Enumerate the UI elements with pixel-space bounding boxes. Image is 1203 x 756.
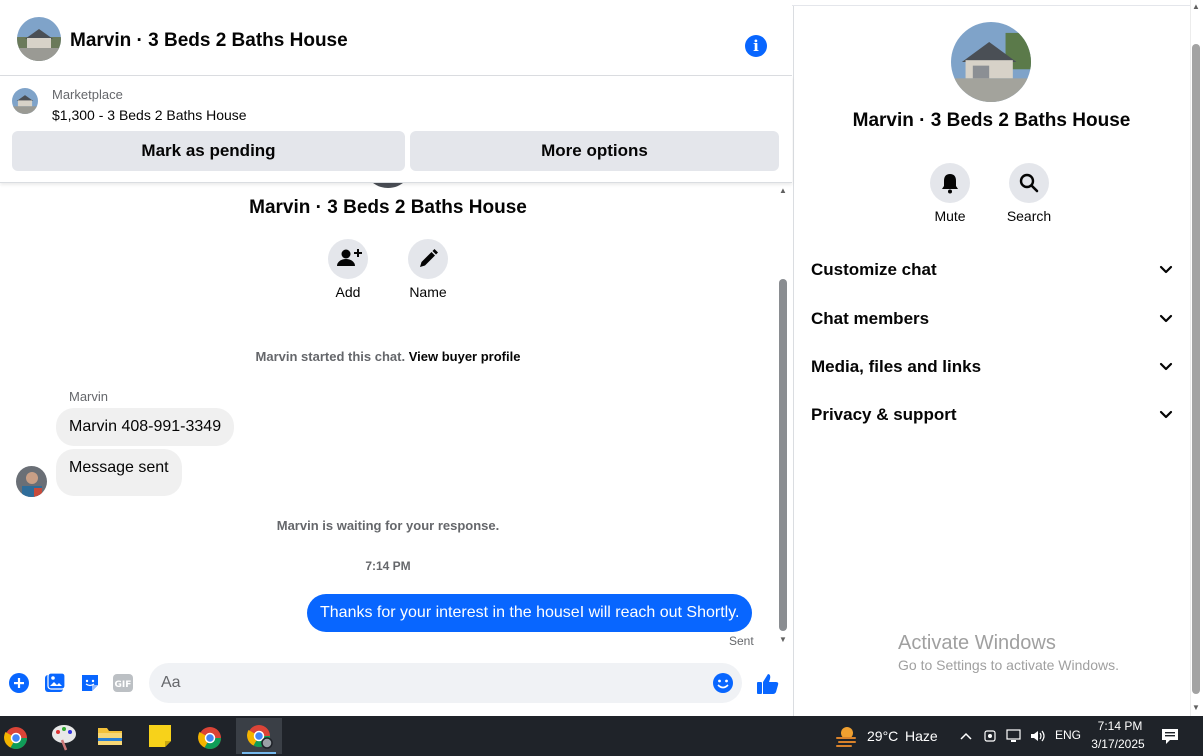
sender-avatar[interactable] (16, 466, 47, 497)
thumbs-up-icon[interactable] (755, 671, 781, 697)
notification-icon[interactable] (1160, 726, 1180, 746)
mark-as-pending-button[interactable]: Mark as pending (12, 131, 405, 171)
section-label: Customize chat (811, 260, 937, 279)
mute-button[interactable] (930, 163, 970, 203)
page-scroll-up-arrow[interactable]: ▲ (1190, 2, 1202, 12)
emoji-icon[interactable] (712, 672, 734, 694)
scroll-down-arrow[interactable]: ▼ (777, 635, 789, 645)
taskbar-file-explorer[interactable] (88, 718, 132, 754)
sticker-icon[interactable] (79, 672, 101, 694)
chevron-up-icon[interactable] (958, 728, 974, 744)
add-person-icon (337, 249, 362, 266)
side-title: Marvin · 3 Beds 2 Baths House (852, 110, 1131, 131)
section-privacy-support[interactable]: Privacy & support (811, 400, 1176, 430)
photo-icon[interactable] (44, 672, 66, 694)
chevron-down-icon (1159, 410, 1173, 419)
scroll-up-arrow[interactable]: ▲ (777, 186, 789, 196)
section-customize-chat[interactable]: Customize chat (811, 255, 1176, 285)
section-media-files-links[interactable]: Media, files and links (811, 352, 1176, 382)
plus-circle-icon[interactable] (8, 672, 30, 694)
weather-condition[interactable]: Haze (905, 728, 938, 744)
taskbar-chrome-app-active[interactable] (236, 718, 282, 754)
watermark-subtitle: Go to Settings to activate Windows. (898, 657, 1119, 673)
listing-avatar[interactable] (17, 17, 61, 61)
activate-windows-watermark: Activate Windows Go to Settings to activ… (898, 632, 1119, 673)
taskbar-chrome-app[interactable] (0, 718, 44, 754)
sender-name: Marvin (69, 389, 109, 404)
conversation-title: Marvin · 3 Beds 2 Baths House (249, 197, 527, 218)
chat-header: Marvin · 3 Beds 2 Baths House i (0, 6, 792, 76)
chat-started-text: Marvin started this chat. (255, 349, 406, 364)
watermark-title: Activate Windows (898, 632, 1056, 654)
section-label: Privacy & support (811, 405, 957, 424)
listing-price-title[interactable]: $1,300 - 3 Beds 2 Baths House (52, 107, 247, 123)
chrome-icon (4, 727, 27, 749)
section-chat-members[interactable]: Chat members (811, 304, 1176, 334)
chat-scroll-thumb[interactable] (779, 279, 787, 631)
waiting-notice: Marvin is waiting for your response. (276, 518, 500, 533)
search-icon (1019, 173, 1039, 193)
chat-started-notice: Marvin started this chat. View buyer pro… (0, 349, 776, 364)
language-indicator[interactable]: ENG (1055, 728, 1081, 742)
chrome-icon (247, 725, 273, 749)
bell-icon (942, 174, 958, 194)
chevron-down-icon (1159, 314, 1173, 323)
chat-info-panel: Marvin · 3 Beds 2 Baths House Mute Searc… (793, 6, 1190, 716)
chat-panel: Marvin · 3 Beds 2 Baths House i Marketpl… (0, 0, 792, 716)
gif-icon[interactable]: GIF (112, 672, 134, 694)
name-chat-button[interactable] (408, 239, 448, 279)
header-title: Marvin · 3 Beds 2 Baths House (70, 30, 348, 51)
svg-text:GIF: GIF (115, 680, 132, 690)
chevron-down-icon (1159, 265, 1173, 274)
clock-date[interactable]: 3/17/2025 (1088, 737, 1148, 751)
volume-icon[interactable] (1029, 728, 1047, 744)
message-input[interactable] (161, 663, 701, 703)
weather-haze-icon[interactable] (833, 723, 859, 749)
message-status: Sent (729, 634, 754, 648)
section-label: Media, files and links (811, 357, 982, 376)
marketplace-listing-bar: Marketplace $1,300 - 3 Beds 2 Baths Hous… (0, 76, 792, 183)
windows-taskbar: 29°C Haze ENG 7:14 PM 3/17/2025 (0, 716, 1203, 756)
incoming-message[interactable]: Marvin 408-991-3349 (56, 408, 235, 446)
section-label: Chat members (811, 309, 930, 328)
chrome-icon (198, 727, 221, 749)
side-listing-avatar[interactable] (951, 22, 1031, 102)
pencil-icon (420, 249, 438, 267)
outgoing-message[interactable]: Thanks for your interest in the houseI w… (307, 594, 753, 632)
mute-label: Mute (934, 208, 966, 224)
taskbar-sticky-notes[interactable] (138, 718, 182, 754)
add-people-button[interactable] (328, 239, 368, 279)
folder-icon (98, 728, 122, 745)
network-icon[interactable] (1005, 728, 1023, 744)
marketplace-label: Marketplace (52, 87, 123, 102)
clock-time[interactable]: 7:14 PM (1092, 719, 1148, 733)
sticky-note-icon (149, 725, 171, 747)
page-scroll-thumb[interactable] (1192, 44, 1200, 694)
meet-now-icon[interactable] (982, 728, 998, 744)
weather-temperature[interactable]: 29°C (867, 728, 898, 744)
page-scroll-down-arrow[interactable]: ▼ (1190, 703, 1202, 713)
taskbar-chrome-app-2[interactable] (188, 718, 232, 754)
info-icon[interactable]: i (745, 35, 767, 57)
incoming-message[interactable]: Message sent (56, 449, 182, 496)
active-indicator (242, 752, 276, 754)
name-label: Name (409, 284, 447, 300)
taskbar-paint-app[interactable] (44, 718, 88, 754)
paint-palette-icon (52, 725, 76, 751)
listing-thumbnail[interactable] (12, 88, 38, 114)
chevron-down-icon (1159, 362, 1173, 371)
search-label: Search (1006, 208, 1052, 224)
more-options-button[interactable]: More options (410, 131, 779, 171)
message-input-box[interactable] (149, 663, 742, 703)
view-buyer-profile-link[interactable]: View buyer profile (409, 349, 521, 364)
add-label: Add (335, 284, 361, 300)
search-button[interactable] (1009, 163, 1049, 203)
message-composer: GIF (0, 658, 792, 712)
message-timestamp: 7:14 PM (365, 559, 411, 573)
